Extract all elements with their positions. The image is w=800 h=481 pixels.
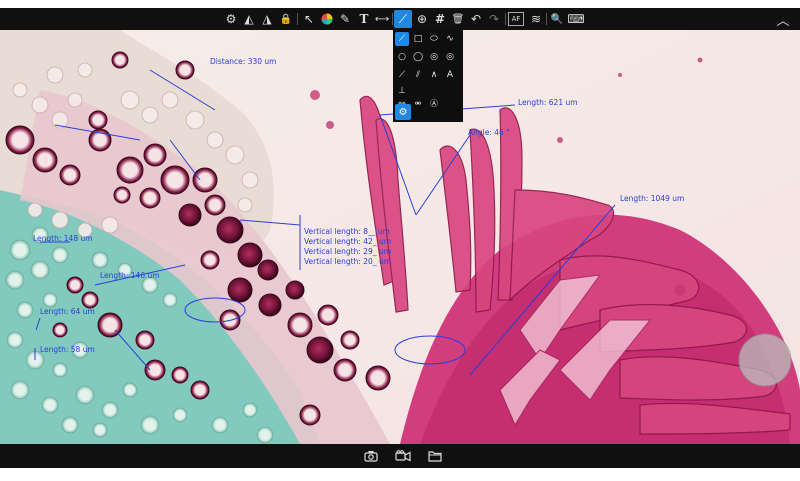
measurement-label[interactable]: Angle: 46 ° (468, 129, 510, 137)
folder-icon[interactable] (426, 447, 444, 465)
measurement-label[interactable]: Vertical length: 8__ um (304, 228, 390, 236)
flip-horizontal-icon[interactable]: ◭ (240, 10, 258, 28)
camera-icon[interactable] (362, 447, 380, 465)
rectangle-tool-icon[interactable]: □ (411, 32, 425, 46)
video-record-icon[interactable] (394, 447, 412, 465)
count-tool-icon[interactable]: Ⓐ (427, 96, 441, 110)
crosshair-icon[interactable]: ⊕ (413, 10, 431, 28)
measurement-label[interactable]: Vertical length: 42_ um (304, 238, 391, 246)
annulus-tool-icon[interactable]: ◎ (443, 50, 457, 64)
measurement-label[interactable]: Vertical length: 20_ um (304, 258, 391, 266)
chain-tool-icon[interactable]: ⚮ (411, 96, 425, 110)
polygon-tool-icon[interactable]: ⬭ (427, 32, 441, 46)
autofocus-icon[interactable]: AF (508, 12, 524, 26)
top-toolbar: ⚙ ◭ ◮ 🔒 ↖ ✎ T ⟷ ⟋ ⊕ # 🗑 ↶ ↷ AF ≋ 🔍 ⌨ ︿ (0, 8, 800, 30)
grid-icon[interactable]: # (431, 10, 449, 28)
text-tool-icon[interactable]: T (355, 10, 373, 28)
ellipse-tool-icon[interactable]: ◯ (411, 50, 425, 64)
toolbar-divider (297, 13, 298, 25)
text-label-tool-icon[interactable]: A (443, 68, 457, 82)
undo-icon[interactable]: ↶ (467, 10, 485, 28)
concentric-circle-tool-icon[interactable]: ◎ (427, 50, 441, 64)
settings-icon[interactable]: ⚙ (222, 10, 240, 28)
palette-settings-icon[interactable]: ⚙ (395, 104, 411, 120)
angle-tool-icon[interactable]: ∧ (427, 68, 441, 82)
measurement-label[interactable]: Vertical length: 29_ um (304, 248, 391, 256)
line-tool-icon[interactable]: ⟋ (395, 32, 409, 46)
shape-tool-palette: ⟋ □ ⬭ ∿ ○ ◯ ◎ ◎ ⟋ ⫽ ∧ A ⊥ ⚯ ⚮ Ⓐ ⚙ (393, 30, 463, 122)
parallel-lines-tool-icon[interactable]: ⫽ (411, 68, 425, 82)
measurement-label[interactable]: Length: 621 um (518, 99, 578, 107)
trash-icon[interactable]: 🗑 (449, 10, 467, 28)
circle-tool-icon[interactable]: ○ (395, 50, 409, 64)
measurement-label[interactable]: Length: 148 um (33, 235, 93, 243)
zoom-icon[interactable]: 🔍 (548, 10, 566, 28)
pointer-icon[interactable]: ↖ (300, 10, 318, 28)
screen: ⚙ ◭ ◮ 🔒 ↖ ✎ T ⟷ ⟋ ⊕ # 🗑 ↶ ↷ AF ≋ 🔍 ⌨ ︿ D… (0, 0, 800, 481)
line-measure-icon[interactable]: ⟋ (394, 10, 412, 28)
curve-tool-icon[interactable]: ∿ (443, 32, 457, 46)
keyboard-icon[interactable]: ⌨ (567, 10, 585, 28)
measurement-label[interactable]: Length: 146 um (100, 272, 160, 280)
measurement-label[interactable]: Length: 1049 um (620, 195, 684, 203)
redo-icon[interactable]: ↷ (485, 10, 503, 28)
toolbar-divider (546, 13, 547, 25)
measurement-label[interactable]: Length: 58 um (40, 346, 95, 354)
measurement-label[interactable]: Length: 64 um (40, 308, 95, 316)
collapse-toolbar-icon[interactable]: ︿ (774, 10, 792, 29)
color-wheel-icon[interactable] (318, 10, 336, 28)
toolbar-divider (392, 13, 393, 25)
bottom-toolbar (0, 444, 800, 468)
pen-icon[interactable]: ✎ (336, 10, 354, 28)
layers-icon[interactable]: ≋ (527, 10, 545, 28)
toolbar-divider (505, 13, 506, 25)
measurement-label[interactable]: Distance: 330 um (210, 58, 276, 66)
ruler-icon[interactable]: ⟷ (373, 10, 391, 28)
flip-vertical-icon[interactable]: ◮ (258, 10, 276, 28)
lock-icon[interactable]: 🔒 (277, 10, 295, 28)
arc-tool-icon[interactable]: ⟋ (395, 68, 409, 82)
